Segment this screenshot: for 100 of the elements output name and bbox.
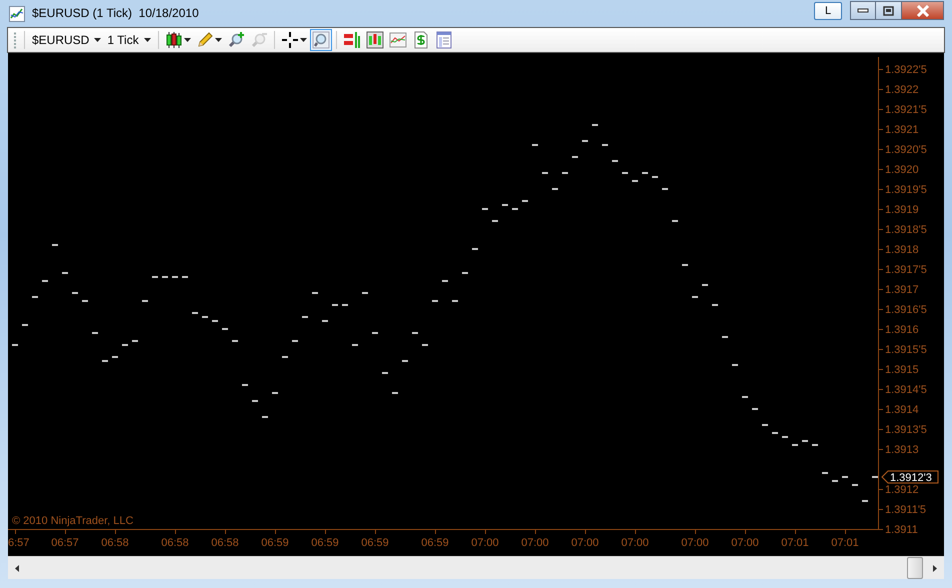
price-label: 1.3914'5 (885, 384, 927, 396)
price-label: 1.3911'5 (885, 504, 926, 516)
price-tick-mark (722, 336, 728, 338)
caret-icon (214, 38, 222, 42)
price-tick-mark (312, 292, 318, 294)
properties-icon (434, 31, 453, 49)
price-tick-mark (52, 244, 58, 246)
price-tick-mark (282, 356, 288, 358)
crosshair-icon (280, 31, 299, 49)
time-label: 06:59 (261, 537, 289, 549)
price-tick-mark (402, 360, 408, 362)
time-label: 07:00 (471, 537, 499, 549)
price-tick-mark (602, 144, 608, 146)
scroll-thumb[interactable] (907, 557, 923, 579)
time-label: 07:00 (681, 537, 709, 549)
price-tick-mark (92, 332, 98, 334)
minimize-button[interactable] (850, 1, 876, 20)
price-tick-mark (562, 172, 568, 174)
price-tick-mark (412, 332, 418, 334)
price-label: 1.3915'5 (885, 344, 927, 356)
price-tick-mark (442, 280, 448, 282)
chart-app-icon (9, 6, 25, 22)
scroll-right-icon[interactable] (933, 564, 937, 572)
price-label: 1.3922 (885, 84, 919, 96)
price-tick-mark (292, 340, 298, 342)
price-tick-mark (482, 208, 488, 210)
price-tick-mark (572, 156, 578, 158)
candlestick-chart-icon (366, 31, 384, 49)
time-label: 06:59 (311, 537, 339, 549)
price-label: 1.3913'5 (885, 424, 927, 436)
price-tick-mark (732, 364, 738, 366)
price-label: 1.3919 (885, 204, 919, 216)
price-tick-mark (582, 140, 588, 142)
scroll-left-icon[interactable] (15, 564, 19, 572)
price-label: 1.3917'5 (885, 264, 927, 276)
close-button[interactable] (902, 1, 944, 20)
price-tick-mark (252, 400, 258, 402)
interval-dropdown[interactable]: 1 Tick (105, 30, 154, 50)
dollar-document-icon (412, 31, 430, 49)
price-tick-mark (552, 188, 558, 190)
time-label: 07:00 (571, 537, 599, 549)
price-tick-mark (682, 264, 688, 266)
price-tick-mark (62, 272, 68, 274)
time-label: 6:57 (8, 537, 30, 549)
caret-icon (184, 38, 191, 42)
price-tick-mark (862, 500, 868, 502)
zoom-in-icon (226, 31, 245, 49)
time-label: 07:00 (521, 537, 549, 549)
price-tick-mark (742, 396, 748, 398)
price-tick-mark (22, 324, 28, 326)
magnifier-icon (312, 31, 330, 49)
zoom-out-icon (250, 31, 268, 49)
price-label: 1.3921 (885, 124, 919, 136)
price-label: 1.3922'5 (885, 64, 927, 76)
price-tick-mark (532, 144, 538, 146)
price-label: 1.3920'5 (885, 144, 927, 156)
price-tick-mark (492, 220, 498, 222)
price-label: 1.3912 (885, 484, 919, 496)
price-tick-mark (542, 172, 548, 174)
caret-icon (300, 38, 307, 42)
instrument-dropdown[interactable]: $EURUSD (30, 30, 104, 50)
price-tick-mark (612, 160, 618, 162)
price-tick-mark (462, 272, 468, 274)
price-tick-mark (302, 316, 308, 318)
price-label: 1.3919'5 (885, 184, 927, 196)
price-label: 1.3916'5 (885, 304, 927, 316)
time-label: 07:01 (781, 537, 809, 549)
price-tick-mark (372, 332, 378, 334)
maximize-icon (882, 6, 894, 16)
toolbar-grip-icon[interactable] (14, 31, 17, 49)
close-icon (916, 4, 930, 16)
price-tick-mark (592, 124, 598, 126)
link-button[interactable]: L (814, 2, 842, 20)
line-chart-icon (388, 31, 407, 49)
price-tick-mark (692, 296, 698, 298)
price-tick-mark (752, 408, 758, 410)
time-label: 06:58 (101, 537, 129, 549)
price-label: 1.3911 (885, 524, 918, 536)
horizontal-scrollbar[interactable] (8, 556, 944, 579)
caret-icon (94, 38, 102, 42)
price-tick-mark (422, 344, 428, 346)
time-label: 07:01 (831, 537, 859, 549)
price-tick-mark (32, 296, 38, 298)
price-tick-mark (662, 188, 668, 190)
price-tick-mark (472, 248, 478, 250)
price-label: 1.3918 (885, 244, 919, 256)
bars-icon (342, 31, 361, 49)
maximize-button[interactable] (876, 1, 902, 20)
price-label: 1.3914 (885, 404, 919, 416)
price-label: 1.3913 (885, 444, 919, 456)
price-tick-mark (362, 292, 368, 294)
price-label: 1.3916 (885, 324, 919, 336)
price-label: 1.3915 (885, 364, 919, 376)
price-tick-mark (42, 280, 48, 282)
price-label: 1.3917 (885, 284, 919, 296)
price-tick-mark (872, 476, 878, 478)
price-marker: 1.3912'3 (881, 470, 938, 484)
time-label: 06:58 (161, 537, 189, 549)
time-label: 06:58 (211, 537, 239, 549)
time-label: 06:57 (51, 537, 79, 549)
